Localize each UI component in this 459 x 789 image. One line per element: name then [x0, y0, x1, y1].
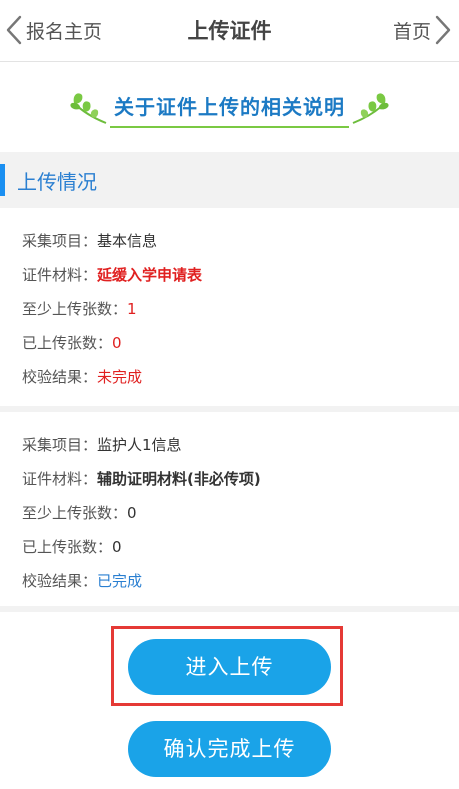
row-label: 证件材料： — [22, 266, 98, 284]
row-label: 校验结果： — [22, 572, 98, 590]
upload-item-card: 采集项目：基本信息 证件材料：延缓入学申请表 至少上传张数：1 已上传张数：0 … — [0, 212, 459, 408]
back-label: 报名主页 — [26, 20, 103, 43]
upload-status-section-header: 上传情况 — [0, 152, 459, 208]
uploaded-count-row: 已上传张数：0 — [22, 536, 122, 557]
instructions-title: 关于证件上传的相关说明 — [110, 91, 349, 128]
left-leaf-icon — [70, 93, 107, 124]
row-value: 已完成 — [97, 572, 143, 590]
validation-result-row: 校验结果：已完成 — [22, 570, 142, 591]
chevron-right-icon — [435, 15, 451, 45]
row-label: 至少上传张数： — [22, 300, 128, 318]
collection-item-row: 采集项目：基本信息 — [22, 230, 157, 251]
row-value: 监护人1信息 — [97, 436, 182, 454]
enter-upload-button[interactable]: 进入上传 — [128, 639, 331, 695]
row-label: 证件材料： — [22, 470, 98, 488]
row-value: 0 — [112, 538, 122, 556]
document-material-row: 证件材料：辅助证明材料(非必传项) — [22, 468, 261, 489]
row-value: 未完成 — [97, 368, 143, 386]
card-divider — [0, 606, 459, 612]
row-label: 已上传张数： — [22, 334, 113, 352]
uploaded-count-row: 已上传张数：0 — [22, 332, 122, 353]
row-label: 已上传张数： — [22, 538, 113, 556]
upload-instructions-link[interactable]: 关于证件上传的相关说明 — [0, 76, 459, 142]
section-accent-bar — [0, 164, 5, 196]
row-label: 校验结果： — [22, 368, 98, 386]
card-divider — [0, 406, 459, 412]
upload-certificate-page: 报名主页 上传证件 首页 关于证件上传的相关说明 上传情况 采集项目：基本信息 … — [0, 0, 459, 789]
min-upload-count-row: 至少上传张数：0 — [22, 502, 137, 523]
row-value: 0 — [112, 334, 122, 352]
row-value: 辅助证明材料(非必传项) — [97, 470, 261, 488]
chevron-left-icon — [6, 15, 22, 45]
collection-item-row: 采集项目：监护人1信息 — [22, 434, 182, 455]
row-value: 延缓入学申请表 — [97, 266, 203, 284]
row-label: 至少上传张数： — [22, 504, 128, 522]
section-title: 上传情况 — [17, 169, 97, 194]
row-value: 0 — [127, 504, 137, 522]
home-label: 首页 — [392, 20, 431, 43]
row-label: 采集项目： — [22, 232, 98, 250]
back-to-registration-home[interactable]: 报名主页 — [6, 14, 102, 46]
top-nav-bar: 报名主页 上传证件 首页 — [0, 0, 459, 62]
confirm-upload-complete-button[interactable]: 确认完成上传 — [128, 721, 331, 777]
home-link[interactable]: 首页 — [393, 14, 451, 46]
validation-result-row: 校验结果：未完成 — [22, 366, 142, 387]
row-value: 1 — [127, 300, 137, 318]
min-upload-count-row: 至少上传张数：1 — [22, 298, 137, 319]
upload-item-card: 采集项目：监护人1信息 证件材料：辅助证明材料(非必传项) 至少上传张数：0 已… — [0, 416, 459, 610]
document-material-row: 证件材料：延缓入学申请表 — [22, 264, 202, 285]
right-leaf-icon — [352, 93, 389, 124]
row-label: 采集项目： — [22, 436, 98, 454]
row-value: 基本信息 — [97, 232, 158, 250]
